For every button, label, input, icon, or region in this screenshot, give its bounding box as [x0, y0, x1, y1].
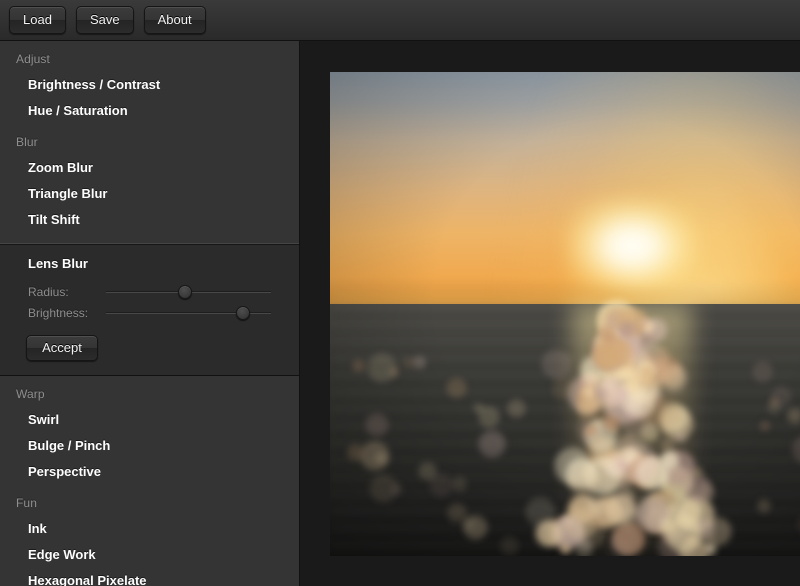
effect-perspective[interactable]: Perspective [0, 459, 299, 485]
sun-core [567, 198, 698, 295]
effect-hexagonal-pixelate[interactable]: Hexagonal Pixelate [0, 568, 299, 586]
slider-row-radius: Radius: [0, 281, 299, 302]
bokeh-circle [674, 430, 687, 443]
slider-label-radius: Radius: [28, 284, 69, 299]
bokeh-circle [594, 386, 608, 400]
bokeh-circle [352, 359, 365, 373]
effect-brightness-contrast[interactable]: Brightness / Contrast [0, 72, 299, 98]
radius-slider[interactable] [106, 283, 271, 301]
bokeh-circle [576, 402, 597, 422]
effect-triangle-blur[interactable]: Triangle Blur [0, 181, 299, 207]
bokeh-circle [616, 433, 646, 463]
group-title-warp: Warp [16, 387, 45, 401]
effect-bulge-pinch[interactable]: Bulge / Pinch [0, 433, 299, 459]
bokeh-circle [499, 536, 519, 556]
bokeh-circle [477, 430, 506, 459]
bokeh-circle [604, 493, 636, 525]
bokeh-circle [446, 377, 467, 399]
bokeh-circle [574, 541, 593, 556]
effect-group-adjust: Adjust Brightness / Contrast Hue / Satur… [0, 41, 299, 124]
bokeh-circle [617, 321, 635, 339]
bokeh-circle [636, 493, 672, 529]
bokeh-circle [368, 474, 398, 504]
bokeh-circle [652, 346, 671, 366]
group-title-adjust: Adjust [16, 52, 50, 66]
brightness-slider[interactable] [106, 304, 271, 322]
effect-swirl[interactable]: Swirl [0, 407, 299, 433]
bokeh-circle [452, 476, 468, 492]
bokeh-circle [608, 340, 635, 366]
bokeh-circle [606, 538, 632, 556]
accept-button[interactable]: Accept [26, 335, 98, 361]
bokeh-circle [567, 466, 599, 498]
canvas-area [301, 41, 800, 586]
brightness-slider-knob[interactable] [235, 305, 250, 320]
bokeh-circle [365, 413, 389, 438]
bokeh-circle [346, 444, 364, 462]
bokeh-circle [585, 495, 605, 516]
preview-image[interactable] [330, 72, 800, 556]
bokeh-circle [472, 402, 484, 414]
bokeh-circle [756, 499, 771, 514]
bokeh-circle [649, 384, 664, 398]
effect-ink[interactable]: Ink [0, 516, 299, 542]
load-button[interactable]: Load [9, 6, 66, 34]
bokeh-circle [683, 474, 712, 503]
effect-edge-work[interactable]: Edge Work [0, 542, 299, 568]
bokeh-circle [589, 429, 611, 452]
bokeh-circle [552, 377, 575, 400]
bokeh-circle [447, 503, 468, 524]
bokeh-circle [787, 407, 800, 424]
effect-lens-blur[interactable]: Lens Blur [0, 256, 299, 281]
effects-sidebar: Adjust Brightness / Contrast Hue / Satur… [0, 41, 300, 586]
slider-label-brightness: Brightness: [28, 305, 89, 320]
bokeh-circle [770, 396, 780, 406]
effect-group-fun: Fun Ink Edge Work Hexagonal Pixelate [0, 485, 299, 586]
bokeh-circle [640, 366, 654, 380]
bokeh-circle [402, 356, 415, 369]
bokeh-circle [602, 415, 620, 432]
bokeh-circle [413, 356, 426, 369]
bokeh-circle [418, 461, 437, 480]
bokeh-circle [686, 532, 717, 556]
bokeh-circle [759, 421, 770, 432]
bokeh-circle [597, 325, 615, 343]
effect-tilt-shift[interactable]: Tilt Shift [0, 207, 299, 233]
group-title-blur: Blur [16, 135, 38, 149]
slider-row-brightness: Brightness: [0, 302, 299, 323]
effect-hue-saturation[interactable]: Hue / Saturation [0, 98, 299, 124]
radius-slider-knob[interactable] [178, 284, 193, 299]
group-title-fun: Fun [16, 496, 37, 510]
bokeh-circle [541, 348, 572, 380]
bokeh-circle [507, 398, 527, 418]
effect-zoom-blur[interactable]: Zoom Blur [0, 155, 299, 181]
effect-group-warp: Warp Swirl Bulge / Pinch Perspective [0, 376, 299, 485]
save-button[interactable]: Save [76, 6, 134, 34]
bokeh-circle [367, 353, 397, 384]
toolbar: Load Save About [0, 0, 800, 41]
about-button[interactable]: About [143, 6, 206, 34]
effect-group-blur: Blur Zoom Blur Triangle Blur Tilt Shift [0, 124, 299, 233]
active-effect-panel: Lens Blur Radius: Brightness: Accept [0, 243, 299, 376]
bokeh-circle [751, 361, 774, 383]
